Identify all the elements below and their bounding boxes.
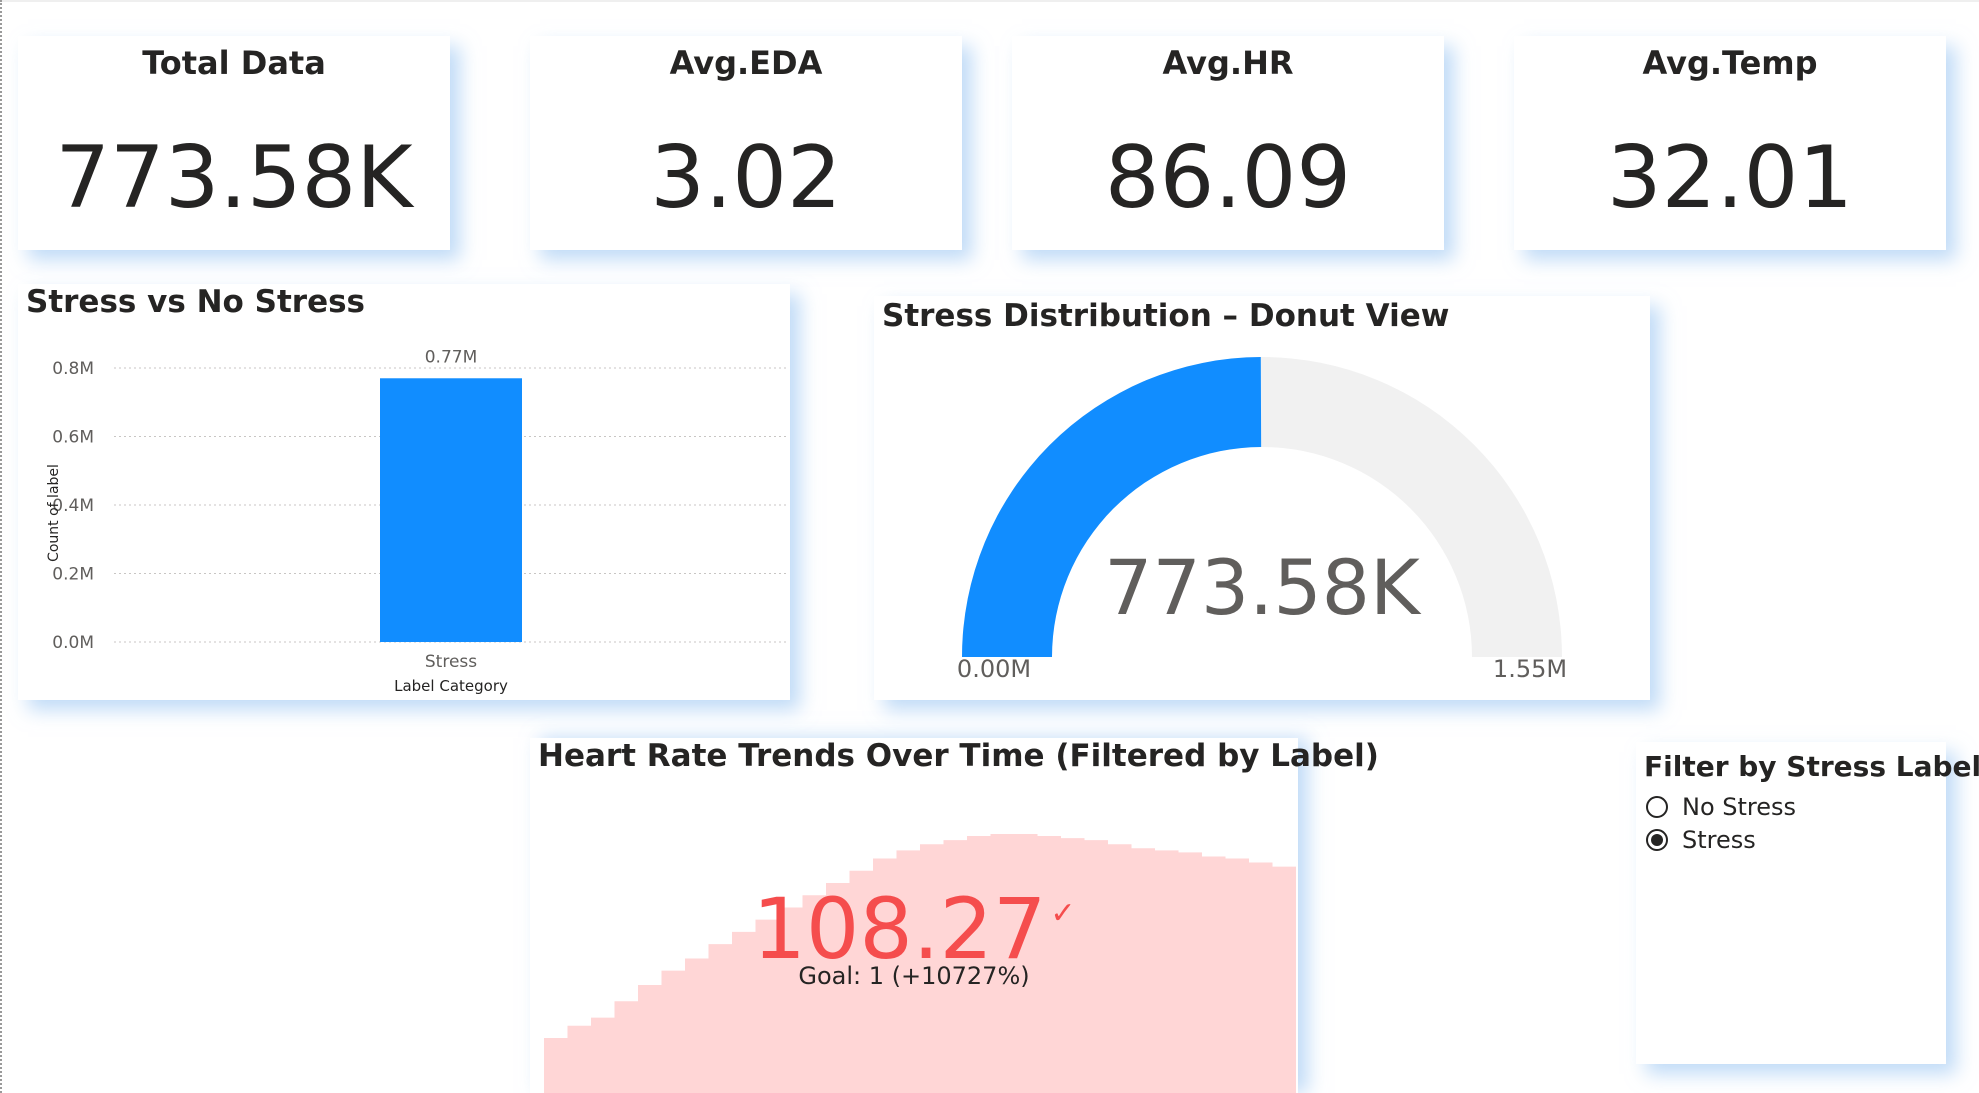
page-left-border	[0, 0, 2, 1093]
radio-button[interactable]	[1646, 796, 1668, 818]
kpi-value: 86.09	[1104, 128, 1352, 228]
kpi-card-avg-eda[interactable]: Avg.EDA 3.02	[530, 36, 962, 250]
x-tick-label: Stress	[425, 652, 477, 672]
y-tick-label: 0.0M	[52, 633, 94, 653]
slicer-option-label: Stress	[1682, 826, 1756, 854]
heart-rate-trend-area	[544, 834, 1296, 1093]
kpi-title: Avg.Temp	[1642, 44, 1818, 82]
kpi-value: 32.01	[1606, 128, 1854, 228]
slicer-option-stress[interactable]: Stress	[1646, 825, 1756, 855]
radio-selected-dot	[1651, 834, 1663, 846]
slicer-option-no-stress[interactable]: No Stress	[1646, 792, 1796, 822]
kpi-card-avg-temp[interactable]: Avg.Temp 32.01	[1514, 36, 1946, 250]
y-axis-title: Count of label	[46, 464, 62, 562]
gauge-visual[interactable]: Stress Distribution – Donut View 773.58K…	[874, 296, 1650, 700]
slicer-option-label: No Stress	[1682, 793, 1797, 821]
kpi-title: Avg.EDA	[669, 44, 823, 82]
kpi-value: 773.58K	[55, 128, 413, 228]
gauge-svg: 773.58K 0.00M 1.55M	[957, 357, 1567, 683]
kpi-title: Total Data	[142, 44, 326, 82]
gauge-min-label: 0.00M	[957, 655, 1031, 683]
gauge-max-label: 1.55M	[1493, 655, 1567, 683]
radio-button-selected[interactable]	[1646, 829, 1668, 851]
bar-stress[interactable]	[380, 378, 522, 642]
y-tick-label: 0.6M	[52, 428, 94, 448]
stress-label-slicer[interactable]: Filter by Stress Label No Stress Stress	[1636, 742, 1979, 1064]
y-tick-label: 0.8M	[52, 359, 94, 379]
page-top-border	[0, 0, 1979, 2]
kpi-value: 3.02	[650, 128, 842, 228]
gauge-center-value: 773.58K	[1104, 543, 1422, 632]
kpi-card-total-data[interactable]: Total Data 773.58K	[18, 36, 450, 250]
bar-chart-svg: 0.0M0.2M0.4M0.6M0.8M 0.77M Stress Label …	[46, 347, 788, 695]
heart-rate-kpi-visual[interactable]: Heart Rate Trends Over Time (Filtered by…	[530, 738, 1379, 1093]
slicer-title: Filter by Stress Label	[1644, 750, 1979, 783]
kpi-title: Avg.HR	[1162, 44, 1294, 82]
bar-data-label: 0.77M	[425, 347, 478, 367]
kpi-card-avg-hr[interactable]: Avg.HR 86.09	[1012, 36, 1444, 250]
trend-area-shape	[544, 834, 1296, 1093]
x-axis-title: Label Category	[394, 677, 508, 695]
y-tick-label: 0.2M	[52, 565, 94, 585]
bar-chart-visual[interactable]: Stress vs No Stress 0.0M 0.2M 0.4M 0.6M 0.8M…	[18, 284, 790, 700]
